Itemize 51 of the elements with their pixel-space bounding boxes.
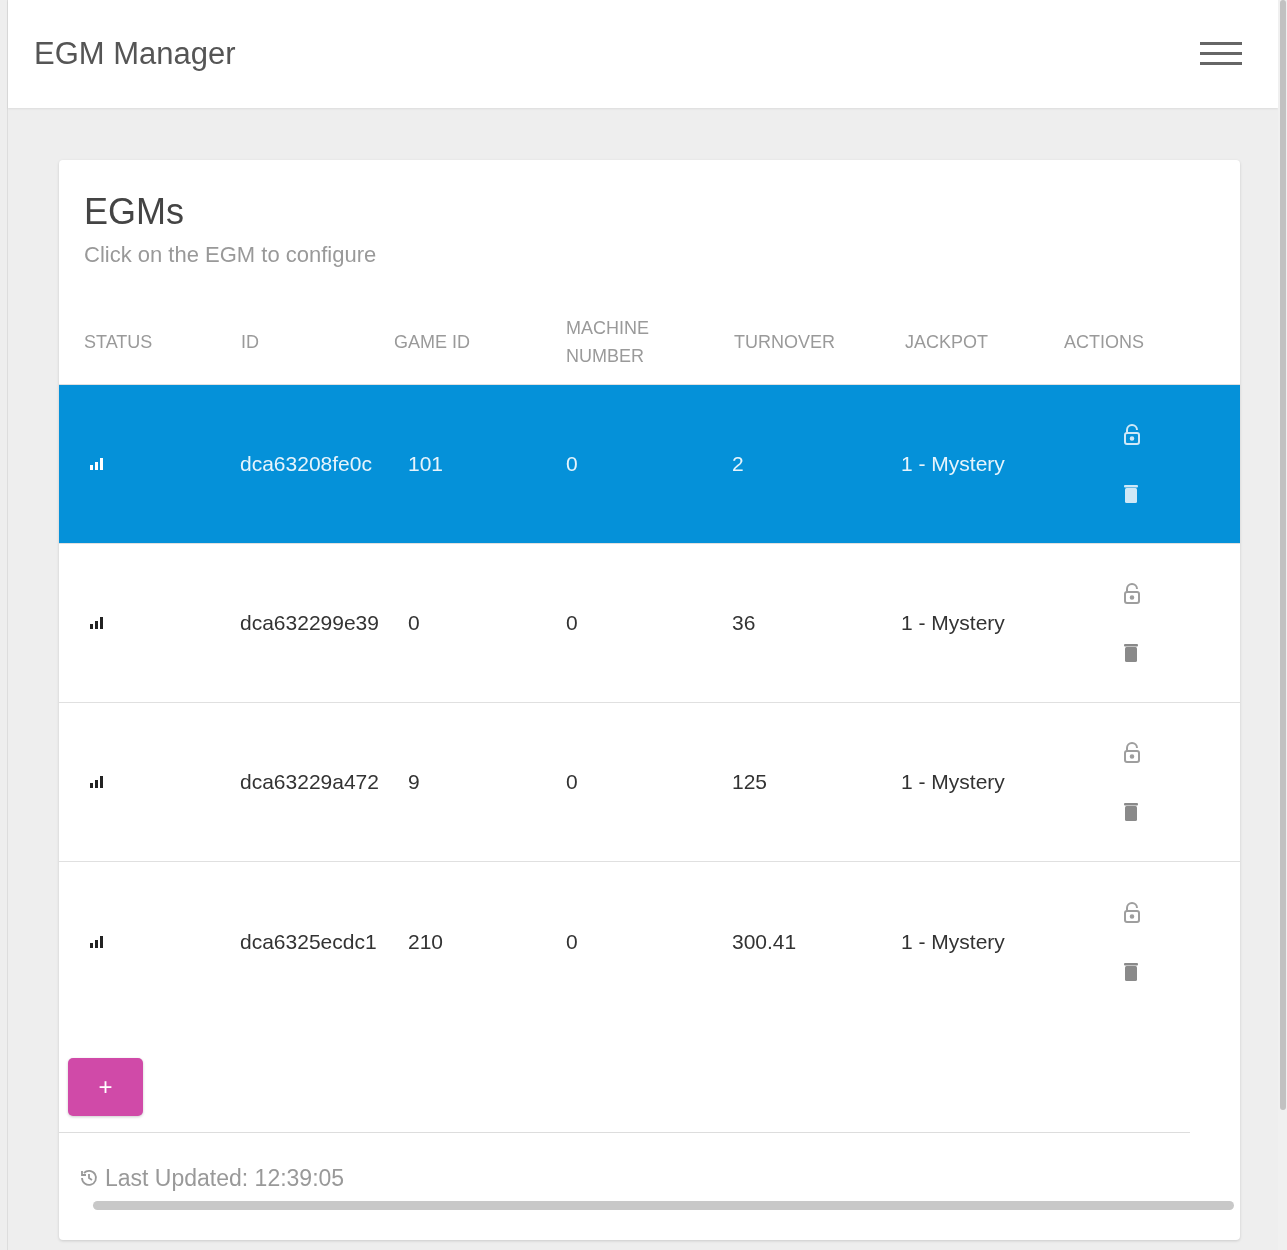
add-button[interactable]: + [68,1057,143,1116]
table-cell: dca63229a472 [240,770,379,794]
table-row[interactable]: dca6325ecdc1 210 0 300.41 1 - Mystery [59,862,1240,1021]
history-icon [79,1167,99,1188]
unlock-icon[interactable] [1123,742,1141,764]
trash-icon[interactable] [1123,961,1139,982]
table-row[interactable]: dca632299e39 0 0 36 1 - Mystery [59,544,1240,703]
table-cell: dca632299e39 [240,611,379,635]
table-row[interactable]: dca63229a472 9 0 125 1 - Mystery [59,703,1240,862]
table-cell: 300.41 [732,929,797,953]
trash-icon[interactable] [1123,484,1139,504]
column-header: MACHINE NUMBER [566,317,650,368]
table-cell: 9 [408,770,420,794]
table-cell: 0 [566,611,578,635]
trash-icon[interactable] [1123,802,1139,822]
table-cell: 0 [566,770,578,794]
column-header: JACKPOT [905,331,989,354]
vertical-scrollbar[interactable] [1280,0,1286,1110]
column-header: STATUS [84,331,154,354]
table-cell: 210 [408,929,444,953]
table-cell: 1 - Mystery [901,611,1005,635]
signal-icon [88,616,104,630]
menu-icon[interactable] [1200,41,1242,67]
horizontal-scrollbar[interactable] [93,1201,1234,1210]
signal-icon [88,934,104,949]
table-cell: 1 - Mystery [901,929,1005,953]
signal-icon [88,457,104,471]
last-updated-text: Last Updated: 12:39:05 [105,1163,345,1193]
table-cell: dca63208fe0c [240,452,372,476]
table-cell: 2 [732,452,744,476]
table-cell: 1 - Mystery [901,452,1005,476]
card-title: EGMs [84,190,185,234]
unlock-icon[interactable] [1123,583,1141,605]
column-header: ID [241,331,260,354]
table-cell: 0 [408,611,420,635]
column-header: GAME ID [394,331,471,354]
column-header: ACTIONS [1064,331,1145,354]
table-cell: dca6325ecdc1 [240,929,377,953]
table-cell: 125 [732,770,768,794]
table-cell: 36 [732,611,756,635]
table-cell: 1 - Mystery [901,770,1005,794]
card-subtitle: Click on the EGM to configure [84,241,378,269]
table-cell: 0 [566,452,578,476]
trash-icon[interactable] [1123,643,1139,663]
signal-icon [88,775,104,789]
app-title: EGM Manager [34,34,236,73]
unlock-icon[interactable] [1123,901,1141,924]
table-cell: 0 [566,929,578,953]
table-cell: 101 [408,452,444,476]
column-header: TURNOVER [734,331,836,354]
unlock-icon[interactable] [1123,424,1141,446]
